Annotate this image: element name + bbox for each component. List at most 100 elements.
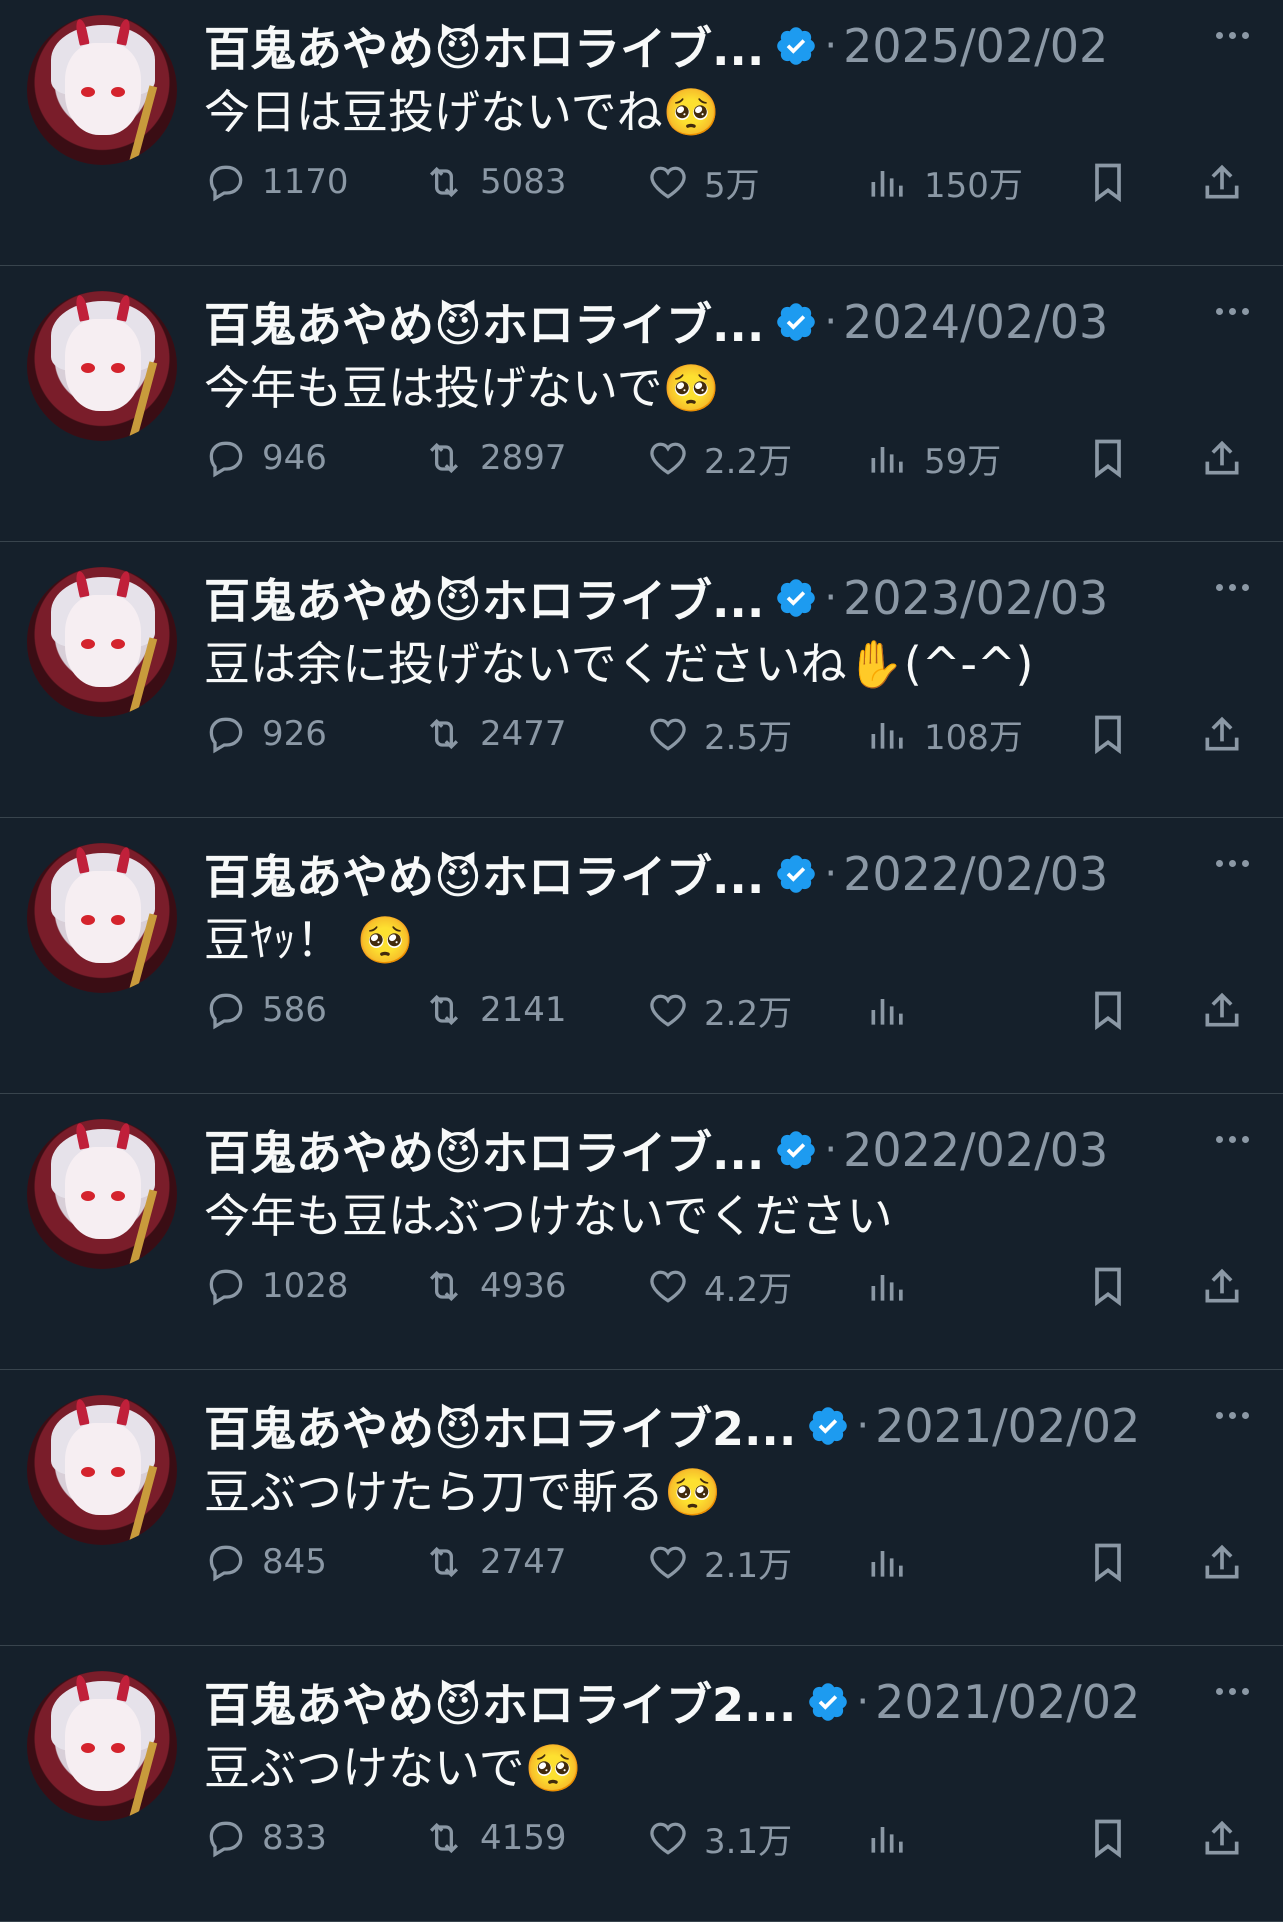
tweet-date[interactable]: 2025/02/02 — [843, 19, 1108, 73]
more-icon[interactable] — [1213, 1680, 1257, 1700]
avatar[interactable] — [27, 1119, 177, 1269]
more-icon[interactable] — [1213, 852, 1257, 872]
avatar[interactable] — [27, 15, 177, 165]
bookmark-icon[interactable] — [1086, 436, 1130, 480]
retweet-count: 4159 — [480, 1818, 567, 1858]
bookmark-icon[interactable] — [1086, 160, 1130, 204]
reply-count: 1170 — [262, 162, 349, 202]
like-button[interactable]: 3.1万 — [646, 1808, 792, 1868]
tweet-date[interactable]: 2024/02/03 — [843, 295, 1108, 349]
retweet-button[interactable]: 5083 — [422, 152, 567, 212]
tweet-text: 今年も豆は投げないで🥺 — [204, 361, 720, 415]
like-button[interactable]: 2.5万 — [646, 704, 792, 764]
avatar[interactable] — [27, 843, 177, 993]
verified-badge-icon — [809, 1683, 848, 1721]
display-name[interactable]: 百鬼あやめ😈ホロライブ... — [204, 13, 764, 79]
reply-button[interactable]: 586 — [204, 980, 327, 1040]
like-count: 3.1万 — [704, 1821, 793, 1862]
bookmark-icon[interactable] — [1086, 1540, 1130, 1584]
tweet[interactable]: 百鬼あやめ😈ホロライブ... · 2022/02/03 今年も豆はぶつけないでく… — [0, 1094, 1283, 1370]
reply-icon — [209, 993, 243, 1030]
tweet-date[interactable]: 2022/02/03 — [843, 847, 1108, 901]
share-icon[interactable] — [1200, 1540, 1244, 1584]
tweet[interactable]: 百鬼あやめ😈ホロライブ... · 2024/02/03 今年も豆は投げないで🥺 … — [0, 266, 1283, 542]
retweet-count: 2477 — [480, 714, 567, 754]
retweet-count: 2897 — [480, 438, 567, 478]
reply-count: 946 — [262, 438, 327, 478]
views-button[interactable] — [866, 1532, 924, 1592]
display-name[interactable]: 百鬼あやめ😈ホロライブ2... — [204, 1393, 796, 1459]
views-button[interactable] — [866, 1808, 924, 1868]
like-button[interactable]: 4.2万 — [646, 1256, 792, 1316]
avatar[interactable] — [27, 1671, 177, 1821]
tweet-text: 今年も豆はぶつけないでください — [204, 1189, 893, 1243]
retweet-button[interactable]: 4936 — [422, 1256, 567, 1316]
tweet-date[interactable]: 2021/02/02 — [875, 1675, 1140, 1729]
reply-button[interactable]: 946 — [204, 428, 327, 488]
more-icon[interactable] — [1213, 1128, 1257, 1148]
more-icon[interactable] — [1213, 300, 1257, 320]
display-name[interactable]: 百鬼あやめ😈ホロライブ... — [204, 1117, 764, 1183]
reply-icon — [209, 441, 243, 478]
heart-icon — [650, 166, 686, 199]
views-button[interactable] — [866, 1256, 924, 1316]
avatar[interactable] — [27, 1395, 177, 1545]
reply-button[interactable]: 833 — [204, 1808, 327, 1868]
reply-button[interactable]: 845 — [204, 1532, 327, 1592]
reply-button[interactable]: 926 — [204, 704, 327, 764]
retweet-button[interactable]: 2141 — [422, 980, 567, 1040]
like-button[interactable]: 5万 — [646, 152, 760, 212]
share-icon[interactable] — [1200, 436, 1244, 480]
reply-count: 845 — [262, 1542, 327, 1582]
more-icon[interactable] — [1213, 24, 1257, 44]
reply-count: 926 — [262, 714, 327, 754]
tweet-header: 百鬼あやめ😈ホロライブ... · 2022/02/03 — [204, 844, 1108, 904]
retweet-icon — [429, 1822, 459, 1854]
retweet-button[interactable]: 2897 — [422, 428, 567, 488]
views-button[interactable]: 150万 — [866, 152, 1023, 212]
share-icon[interactable] — [1200, 1264, 1244, 1308]
share-icon[interactable] — [1200, 988, 1244, 1032]
display-name[interactable]: 百鬼あやめ😈ホロライブ... — [204, 289, 764, 355]
retweet-button[interactable]: 2747 — [422, 1532, 567, 1592]
heart-icon — [650, 1270, 686, 1303]
tweet-date[interactable]: 2022/02/03 — [843, 1123, 1108, 1177]
tweet[interactable]: 百鬼あやめ😈ホロライブ... · 2025/02/02 今日は豆投げないでね🥺 … — [0, 0, 1283, 266]
share-icon[interactable] — [1200, 1816, 1244, 1860]
bookmark-icon[interactable] — [1086, 1264, 1130, 1308]
bookmark-icon[interactable] — [1086, 1816, 1130, 1860]
tweet[interactable]: 百鬼あやめ😈ホロライブ... · 2023/02/03 豆は余に投げないでくださ… — [0, 542, 1283, 818]
display-name[interactable]: 百鬼あやめ😈ホロライブ2... — [204, 1669, 796, 1735]
tweet-date[interactable]: 2023/02/03 — [843, 571, 1108, 625]
retweet-button[interactable]: 2477 — [422, 704, 567, 764]
tweet[interactable]: 百鬼あやめ😈ホロライブ2... · 2021/02/02 豆ぶつけないで🥺 83… — [0, 1646, 1283, 1922]
view-count: 108万 — [924, 717, 1023, 758]
like-button[interactable]: 2.1万 — [646, 1532, 792, 1592]
share-icon[interactable] — [1200, 160, 1244, 204]
reply-button[interactable]: 1170 — [204, 152, 349, 212]
reply-icon — [209, 1269, 243, 1306]
avatar[interactable] — [27, 567, 177, 717]
retweet-count: 5083 — [480, 162, 567, 202]
display-name[interactable]: 百鬼あやめ😈ホロライブ... — [204, 841, 764, 907]
share-icon[interactable] — [1200, 712, 1244, 756]
tweet[interactable]: 百鬼あやめ😈ホロライブ... · 2022/02/03 豆ﾔｯ！ 🥺 586 2… — [0, 818, 1283, 1094]
views-button[interactable]: 108万 — [866, 704, 1023, 764]
tweet-date[interactable]: 2021/02/02 — [875, 1399, 1140, 1453]
reply-button[interactable]: 1028 — [204, 1256, 349, 1316]
tweet[interactable]: 百鬼あやめ😈ホロライブ2... · 2021/02/02 豆ぶつけたら刀で斬る🥺… — [0, 1370, 1283, 1646]
like-button[interactable]: 2.2万 — [646, 980, 792, 1040]
bookmark-icon[interactable] — [1086, 712, 1130, 756]
separator-dot: · — [856, 1679, 870, 1725]
retweet-count: 4936 — [480, 1266, 567, 1306]
like-button[interactable]: 2.2万 — [646, 428, 792, 488]
like-count: 5万 — [704, 165, 760, 206]
views-button[interactable] — [866, 980, 924, 1040]
display-name[interactable]: 百鬼あやめ😈ホロライブ... — [204, 565, 764, 631]
more-icon[interactable] — [1213, 576, 1257, 596]
views-button[interactable]: 59万 — [866, 428, 1001, 488]
bookmark-icon[interactable] — [1086, 988, 1130, 1032]
avatar[interactable] — [27, 291, 177, 441]
retweet-button[interactable]: 4159 — [422, 1808, 567, 1868]
more-icon[interactable] — [1213, 1404, 1257, 1424]
